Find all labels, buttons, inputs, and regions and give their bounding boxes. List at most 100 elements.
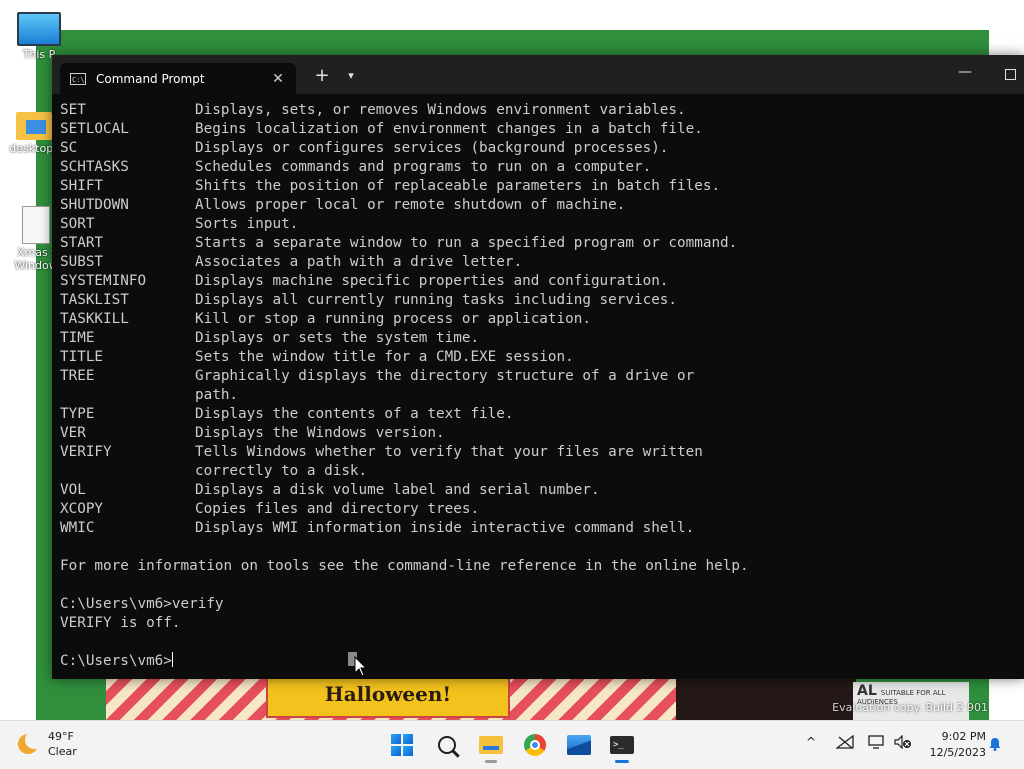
windows-start-icon <box>391 734 413 756</box>
command-name: SET <box>60 102 86 118</box>
document-icon <box>22 206 50 244</box>
system-clock[interactable]: 9:02 PM 12/5/2023 <box>920 729 986 761</box>
command-name: VERIFY <box>60 444 112 460</box>
command-description: Displays the contents of a text file. <box>195 406 514 422</box>
command-row: VER Displays the Windows version. <box>60 424 1020 443</box>
tab-command-prompt[interactable]: C:\ Command Prompt ✕ <box>60 63 296 94</box>
terminal-icon: >_ <box>610 736 634 754</box>
command-row: SC Displays or configures services (backg… <box>60 139 1020 158</box>
command-name: VOL <box>60 482 86 498</box>
minimize-button[interactable]: — <box>950 61 980 87</box>
command-row: SHUTDOWN Allows proper local or remote sh… <box>60 196 1020 215</box>
command-row: SYSTEMINFO Displays machine specific prop… <box>60 272 1020 291</box>
command-description: Shifts the position of replaceable param… <box>195 178 721 194</box>
terminal-window[interactable]: C:\ Command Prompt ✕ + ▾ — SET Displays, … <box>52 55 1024 679</box>
command-row: TITLE Sets the window title for a CMD.EXE… <box>60 348 1020 367</box>
command-description: Displays all currently running tasks inc… <box>195 292 678 308</box>
command-row: TASKKILL Kill or stop a running process o… <box>60 310 1020 329</box>
command-name: WMIC <box>60 520 95 536</box>
command-row: SET Displays, sets, or removes Windows en… <box>60 101 1020 120</box>
command-description: Displays or configures services (backgro… <box>195 140 669 156</box>
command-row: SETLOCAL Begins localization of environme… <box>60 120 1020 139</box>
desktop-icon-this-pc[interactable]: This P <box>3 12 75 61</box>
command-description: Sorts input. <box>195 216 299 232</box>
maximize-button[interactable] <box>996 61 1024 87</box>
command-name: SYSTEMINFO <box>60 273 147 289</box>
taskbar: 49°F Clear >_ ^ 9:02 PM 12/5/2023 <box>0 720 1024 769</box>
command-row: TYPE Displays the contents of a text file… <box>60 405 1020 424</box>
display-icon[interactable] <box>868 735 886 749</box>
folder-icon <box>16 112 52 140</box>
command-description: Sets the window title for a CMD.EXE sess… <box>195 349 574 365</box>
command-name: SHIFT <box>60 178 104 194</box>
show-hidden-icons-chevron[interactable]: ^ <box>806 735 816 749</box>
command-output-line: VERIFY is off. <box>60 615 181 631</box>
clock-time: 9:02 PM <box>941 730 986 743</box>
cmd-icon: C:\ <box>70 72 86 85</box>
text-caret <box>171 652 173 667</box>
clock-date: 12/5/2023 <box>929 746 986 759</box>
command-name: SC <box>60 140 78 156</box>
title-bar[interactable]: C:\ Command Prompt ✕ + ▾ — <box>52 55 1024 94</box>
close-tab-icon[interactable]: ✕ <box>266 71 290 87</box>
command-row: SUBST Associates a path with a drive lett… <box>60 253 1020 272</box>
command-row: TASKLIST Displays all currently running t… <box>60 291 1020 310</box>
chevron-down-icon[interactable]: ▾ <box>340 63 362 89</box>
current-prompt-line: C:\Users\vm6> <box>60 652 1020 671</box>
command-name: SCHTASKS <box>60 159 129 175</box>
weather-widget[interactable]: 49°F Clear <box>18 729 77 759</box>
command-name: TASKLIST <box>60 292 129 308</box>
command-name: SETLOCAL <box>60 121 129 137</box>
file-explorer-button[interactable] <box>475 729 507 763</box>
prompt-text: C:\Users\vm6> <box>60 653 172 669</box>
command-name: TASKKILL <box>60 311 129 327</box>
command-description: Starts a separate window to run a specif… <box>195 235 738 251</box>
active-indicator <box>615 760 629 763</box>
command-name: SUBST <box>60 254 104 270</box>
command-description: path. <box>195 387 239 403</box>
help-footer-line: For more information on tools see the co… <box>60 558 749 574</box>
tab-title: Command Prompt <box>96 71 205 86</box>
desktop-icon-label: This P <box>22 48 56 61</box>
command-name: SORT <box>60 216 95 232</box>
wallpaper-art <box>676 675 856 720</box>
command-description: Copies files and directory trees. <box>195 501 480 517</box>
command-row: WMIC Displays WMI information inside inte… <box>60 519 1020 538</box>
command-row: SCHTASKS Schedules commands and programs … <box>60 158 1020 177</box>
new-tab-button[interactable]: + <box>310 63 334 89</box>
command-name: TYPE <box>60 406 95 422</box>
volume-muted-icon[interactable] <box>894 735 912 749</box>
mouse-pointer-icon <box>354 656 368 677</box>
command-description: Tells Windows whether to verify that you… <box>195 444 703 460</box>
command-row: TREE Graphically displays the directory s… <box>60 367 1020 386</box>
command-description: Displays the Windows version. <box>195 425 445 441</box>
previous-prompt-line: C:\Users\vm6>verify <box>60 596 224 612</box>
terminal-taskbar-button[interactable]: >_ <box>606 729 638 763</box>
photos-icon <box>567 735 591 755</box>
command-description: Allows proper local or remote shutdown o… <box>195 197 626 213</box>
rating-code: AL <box>857 683 877 699</box>
command-description: Graphically displays the directory struc… <box>195 368 695 384</box>
console-output[interactable]: SET Displays, sets, or removes Windows en… <box>60 101 1020 675</box>
command-description: Kill or stop a running process or applic… <box>195 311 591 327</box>
command-name: SHUTDOWN <box>60 197 129 213</box>
command-name: TREE <box>60 368 95 384</box>
search-icon <box>438 736 456 754</box>
command-name: VER <box>60 425 86 441</box>
command-description: Schedules commands and programs to run o… <box>195 159 652 175</box>
photos-button[interactable] <box>563 729 595 761</box>
running-indicator <box>485 760 497 763</box>
command-description: correctly to a disk. <box>195 463 368 479</box>
start-button[interactable] <box>386 729 418 761</box>
command-row: XCOPY Copies files and directory trees. <box>60 500 1020 519</box>
command-row: correctly to a disk. <box>60 462 1020 481</box>
network-icon[interactable] <box>836 735 854 749</box>
command-description: Displays, sets, or removes Windows envir… <box>195 102 686 118</box>
chrome-button[interactable] <box>519 729 551 761</box>
search-button[interactable] <box>431 729 463 761</box>
notification-bell-icon[interactable] <box>988 737 1002 751</box>
chrome-icon <box>524 734 546 756</box>
command-row: path. <box>60 386 1020 405</box>
